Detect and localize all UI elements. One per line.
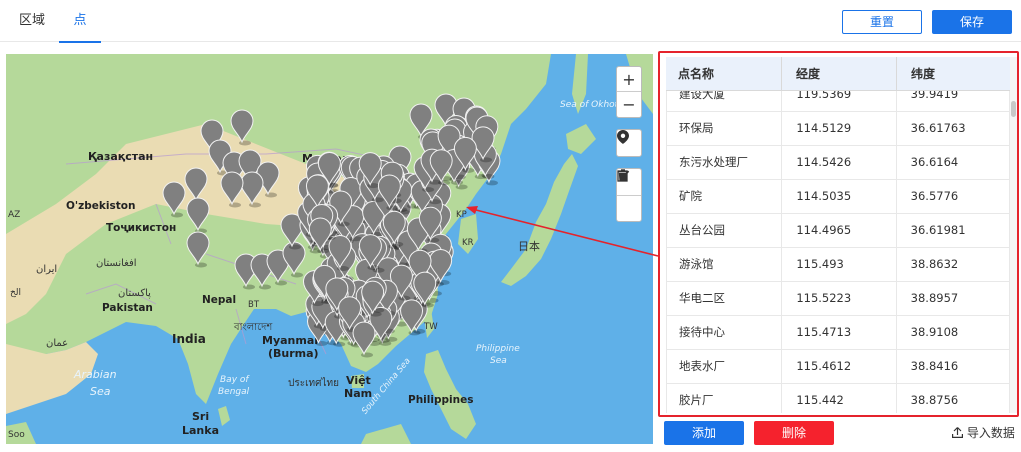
cell-latitude: 38.8957 — [895, 282, 1009, 315]
map-view[interactable]: Қазақстан Монгол Улс O'zbekiston Тоҷикис… — [6, 54, 653, 444]
cell-longitude: 115.4612 — [781, 350, 895, 383]
import-data-link[interactable]: 导入数据 — [952, 424, 1015, 441]
table-row[interactable]: 胶片厂 115.442 38.8756 — [666, 384, 1010, 413]
points-table-panel: 点名称 经度 纬度 建设大厦 119.5369 39.9419 环保局 114.5129… — [658, 51, 1019, 417]
zoom-in-button[interactable]: + — [617, 67, 641, 92]
cell-longitude: 114.5129 — [781, 112, 895, 145]
delete-tool-button[interactable] — [617, 169, 641, 221]
column-header-longitude: 经度 — [781, 57, 896, 90]
marker-tool — [616, 129, 642, 157]
cell-longitude: 115.493 — [781, 248, 895, 281]
table-body[interactable]: 建设大厦 119.5369 39.9419 环保局 114.5129 36.61763 东污… — [666, 91, 1010, 413]
cell-name: 游泳馆 — [679, 257, 714, 271]
table-row[interactable]: 矿院 114.5035 36.5776 — [666, 180, 1010, 214]
cell-longitude: 115.4713 — [781, 316, 895, 349]
map-marker[interactable] — [230, 109, 254, 146]
table-rows: 建设大厦 119.5369 39.9419 环保局 114.5129 36.61763 东污… — [666, 91, 1010, 413]
delete-button[interactable]: 删除 — [754, 421, 834, 445]
cell-latitude: 38.9108 — [895, 316, 1009, 349]
map-marker[interactable] — [352, 321, 376, 358]
column-header-latitude: 纬度 — [896, 57, 1010, 90]
trash-icon — [617, 169, 629, 182]
map-marker[interactable] — [186, 231, 210, 268]
zoom-control: + − — [616, 66, 642, 118]
add-button[interactable]: 添加 — [664, 421, 744, 445]
cell-longitude: 114.5035 — [781, 180, 895, 213]
cell-name: 矿院 — [679, 189, 702, 203]
table-row[interactable]: 建设大厦 119.5369 39.9419 — [666, 91, 1010, 112]
upload-icon — [952, 427, 963, 438]
cell-latitude: 38.8756 — [895, 384, 1009, 413]
table-row[interactable]: 环保局 114.5129 36.61763 — [666, 112, 1010, 146]
cell-name: 胶片厂 — [679, 393, 714, 407]
cell-latitude: 36.61981 — [895, 214, 1009, 247]
table-scrollbar[interactable] — [1010, 57, 1017, 413]
map-marker[interactable] — [240, 171, 264, 208]
table-row[interactable]: 地表水厂 115.4612 38.8416 — [666, 350, 1010, 384]
cell-longitude: 114.4965 — [781, 214, 895, 247]
cell-latitude: 38.8632 — [895, 248, 1009, 281]
reset-button[interactable]: 重置 — [842, 10, 922, 34]
scrollbar-thumb[interactable] — [1011, 101, 1016, 117]
map-marker[interactable] — [186, 197, 210, 234]
marker-layer — [162, 93, 501, 358]
zoom-out-button[interactable]: − — [617, 92, 641, 117]
cell-latitude: 36.61763 — [895, 112, 1009, 145]
cell-name: 地表水厂 — [679, 359, 725, 373]
place-marker-button[interactable] — [617, 130, 641, 156]
table-row[interactable]: 丛台公园 114.4965 36.61981 — [666, 214, 1010, 248]
tab-point[interactable]: 点 — [59, 0, 101, 43]
import-data-label: 导入数据 — [966, 426, 1015, 440]
table-header: 点名称 经度 纬度 — [666, 57, 1010, 91]
map-marker[interactable] — [162, 181, 186, 218]
cell-latitude: 38.8416 — [895, 350, 1009, 383]
cell-longitude: 114.5426 — [781, 146, 895, 179]
table-row[interactable]: 华电二区 115.5223 38.8957 — [666, 282, 1010, 316]
cell-longitude: 115.442 — [781, 384, 895, 413]
app-root: 区域 点 重置 保存 Қазақстан Монгол Улс O'zb — [0, 0, 1021, 452]
cell-name: 环保局 — [679, 121, 714, 135]
table-row[interactable]: 东污水处理厂 114.5426 36.6164 — [666, 146, 1010, 180]
map-pin-icon — [617, 130, 629, 144]
cell-name: 丛台公园 — [679, 223, 725, 237]
table-row[interactable]: 游泳馆 115.493 38.8632 — [666, 248, 1010, 282]
cell-longitude: 115.5223 — [781, 282, 895, 315]
cell-latitude: 36.6164 — [895, 146, 1009, 179]
cell-name: 东污水处理厂 — [679, 155, 748, 169]
cell-latitude: 36.5776 — [895, 180, 1009, 213]
cell-latitude: 39.9419 — [895, 91, 1009, 111]
cell-name: 建设大厦 — [679, 91, 725, 101]
table-row[interactable]: 接待中心 115.4713 38.9108 — [666, 316, 1010, 350]
cell-longitude: 119.5369 — [781, 91, 895, 111]
cell-name: 华电二区 — [679, 291, 725, 305]
cell-name: 接待中心 — [679, 325, 725, 339]
tab-region[interactable]: 区域 — [12, 0, 52, 42]
column-header-name: 点名称 — [678, 67, 715, 81]
map-marker[interactable] — [220, 171, 244, 208]
edit-tools — [616, 168, 642, 222]
save-button[interactable]: 保存 — [932, 10, 1012, 34]
